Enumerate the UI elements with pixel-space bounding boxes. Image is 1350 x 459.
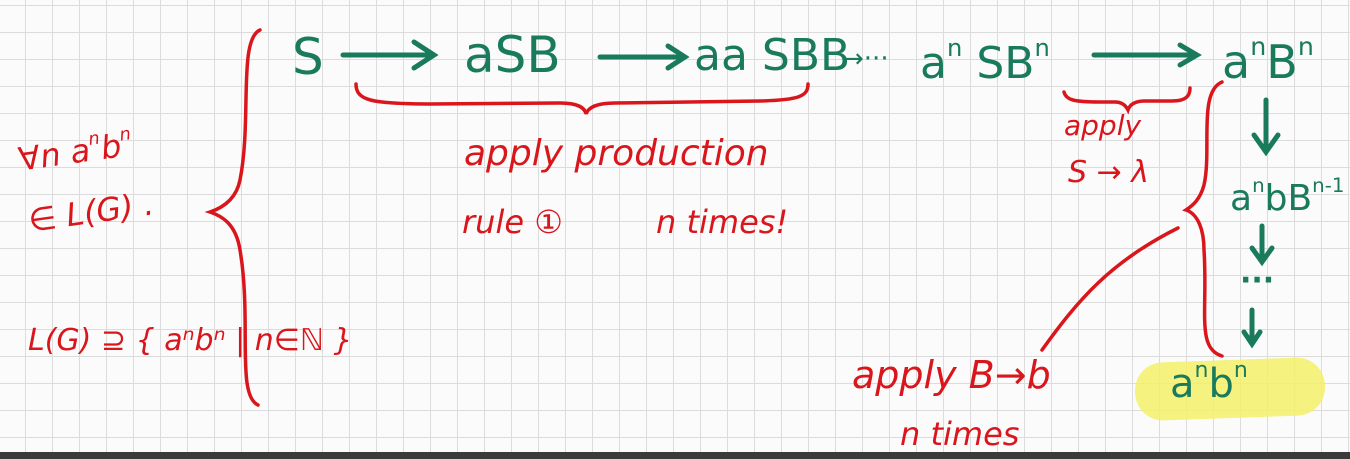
arrow-down-3 (1241, 307, 1263, 349)
note-language-superset: L(G) ⊇ { aⁿbⁿ | n∈ℕ } (28, 323, 353, 358)
connector-line (1040, 226, 1180, 352)
underbrace-production (354, 82, 810, 115)
final-anbn: anbn (1170, 358, 1248, 407)
arrow-1 (340, 39, 439, 71)
note-n-times: n times! (656, 203, 789, 241)
note-rule-1: rule ① (462, 203, 563, 241)
expr-asb: aSB (464, 26, 561, 84)
underbrace-lambda (1062, 86, 1192, 115)
expr-an-sbn: an SBn (920, 34, 1050, 89)
expr-anbn-upper: anBn (1222, 32, 1314, 89)
note-s-to-lambda: S → λ (1068, 155, 1150, 190)
chain-dots: →··· (842, 44, 889, 74)
note-apply-b-to-b: apply B→b (852, 353, 1051, 397)
arrow-2 (597, 43, 690, 71)
expr-an-bbn-1: anbBn-1 (1230, 174, 1345, 219)
symbol-s: S (292, 28, 324, 86)
right-brace-b (1182, 80, 1224, 358)
note-apply-production: apply production (464, 133, 769, 174)
vertical-dots: ··· (1240, 263, 1275, 298)
note-apply-lambda-label: apply (1064, 109, 1142, 142)
expr-aasbb: aa SBB (694, 30, 851, 81)
note-b-n-times: n times (900, 415, 1020, 453)
arrow-down-2 (1249, 223, 1275, 267)
arrow-3 (1091, 42, 1202, 68)
arrow-down-1 (1251, 97, 1281, 157)
bottom-bar (0, 452, 1350, 459)
